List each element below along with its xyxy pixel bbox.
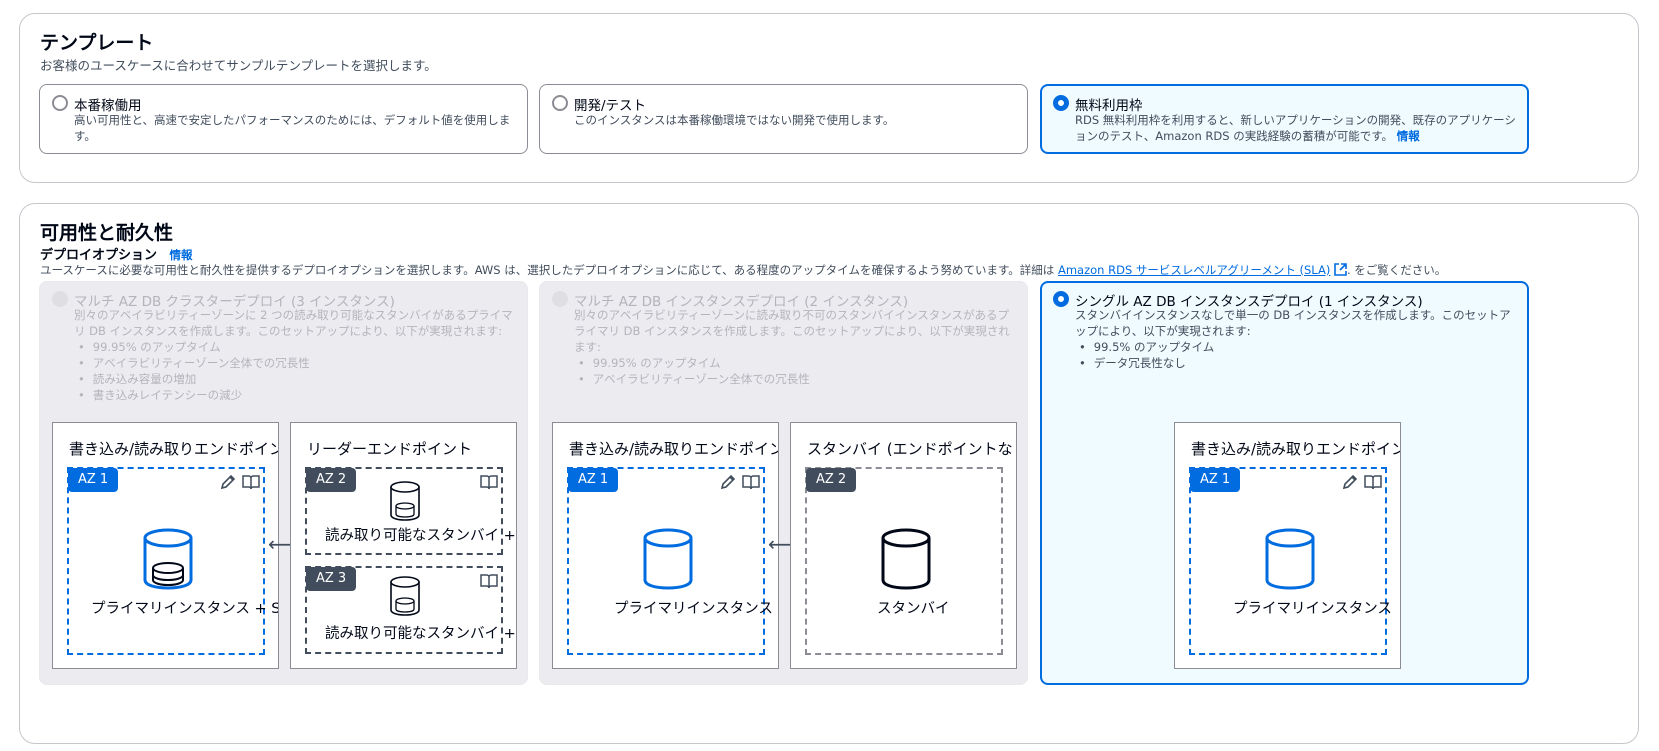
diagram-title: 書き込み/読み取りエンドポイント <box>569 440 779 458</box>
template-option-description: RDS 無料利用枠を利用すると、新しいアプリケーションの開発、既存のアプリケーシ… <box>1075 113 1516 143</box>
az-frame: AZ 3 読み取り可能なスタンバイ + <box>305 566 516 654</box>
diagram-reader-endpoint-box: リーダーエンドポイント AZ 2 読み取り可能なスタンバイ + AZ 3 読み取… <box>290 422 517 669</box>
deploy-option-single-az[interactable]: シングル AZ DB インスタンスデプロイ (1 インスタンス) スタンバイイン… <box>1040 281 1529 685</box>
diagram-writer-endpoint-box: 書き込み/読み取りエンドポイント AZ 1 プライマリインスタンス + SSD <box>52 422 279 669</box>
az-tag: AZ 2 <box>806 468 857 492</box>
list-item: データ冗長性なし <box>1075 355 1214 371</box>
template-option-devtest[interactable]: 開発/テスト このインスタンスは本番稼働環境ではない開発で使用します。 <box>539 84 1028 154</box>
template-option-production[interactable]: 本番稼働用 高い可用性と、高速で安定したパフォーマンスのためには、デフォルト値を… <box>39 84 528 154</box>
sla-link[interactable]: Amazon RDS サービスレベルアグリーメント (SLA) <box>1058 263 1330 277</box>
pencil-icon <box>220 474 236 490</box>
readable-standby-label: 読み取り可能なスタンバイ + <box>325 528 516 544</box>
radio-button <box>552 291 568 307</box>
deploy-option-description: 別々のアベイラビリティーゾーンに読み取り不可のスタンバイインスタンスがあるプライ… <box>574 308 1010 354</box>
database-icon <box>390 576 420 616</box>
diagram-standby-box: スタンバイ (エンドポイントなし AZ 2 スタンバイ <box>790 422 1017 669</box>
az-tag: AZ 2 <box>306 468 357 492</box>
primary-instance-label: プライマリインスタンス <box>614 601 773 617</box>
deploy-option-bullets: 99.5% のアップタイム データ冗長性なし <box>1075 339 1214 371</box>
deploy-option-bullets: 99.95% のアップタイム アベイラビリティーゾーン全体での冗長性 読み込み容… <box>74 339 310 403</box>
book-icon <box>480 475 498 490</box>
info-link[interactable]: 情報 <box>170 248 193 262</box>
az-frame: AZ 1 プライマリインスタンス <box>567 467 773 655</box>
template-panel: テンプレート お客様のユースケースに合わせてサンプルテンプレートを選択します。 … <box>19 13 1639 183</box>
list-item: 99.5% のアップタイム <box>1075 339 1214 355</box>
database-icon <box>881 528 931 590</box>
database-icon <box>643 528 693 590</box>
external-link-icon[interactable] <box>1334 263 1347 276</box>
az-tag: AZ 1 <box>1190 468 1241 492</box>
diagram-title: スタンバイ (エンドポイントなし <box>807 440 1017 458</box>
template-option-label: 開発/テスト <box>574 98 647 114</box>
pencil-icon <box>720 474 736 490</box>
az-tag: AZ 3 <box>306 567 357 591</box>
deploy-option-description: スタンバイインスタンスなしで単一の DB インスタンスを作成します。このセットア… <box>1075 308 1511 338</box>
template-description: お客様のユースケースに合わせてサンプルテンプレートを選択します。 <box>40 58 437 73</box>
radio-button[interactable] <box>1053 291 1069 307</box>
az-frame: AZ 2 スタンバイ <box>805 467 1003 655</box>
template-option-description: 高い可用性と、高速で安定したパフォーマンスのためには、デフォルト値を使用しま す… <box>74 113 511 143</box>
primary-instance-label: プライマリインスタンス + SSD <box>91 601 278 617</box>
deploy-option-bullets: 99.95% のアップタイム アベイラビリティーゾーン全体での冗長性 <box>574 355 810 387</box>
template-option-free-tier[interactable]: 無料利用枠 RDS 無料利用枠を利用すると、新しいアプリケーションの開発、既存の… <box>1040 84 1529 154</box>
primary-instance-label: プライマリインスタンス <box>1233 601 1392 617</box>
az-frame: AZ 2 読み取り可能なスタンバイ + <box>305 467 516 555</box>
book-icon <box>742 475 760 490</box>
az-frame: AZ 1 プライマリインスタンス + SSD <box>67 467 278 655</box>
radio-button[interactable] <box>1053 95 1069 111</box>
az-frame: AZ 1 プライマリインスタンス <box>1189 467 1392 655</box>
info-link[interactable]: 情報 <box>1397 129 1420 143</box>
diagram-title: 書き込み/読み取りエンドポイント <box>1191 440 1401 458</box>
list-item: アベイラビリティーゾーン全体での冗長性 <box>574 371 810 387</box>
template-option-label: 無料利用枠 <box>1075 98 1143 114</box>
deploy-option-description: 別々のアベイラビリティーゾーンに 2 つの読み取り可能なスタンバイがあるプライマ… <box>74 308 513 338</box>
list-item: 読み込み容量の増加 <box>74 371 310 387</box>
radio-button <box>52 291 68 307</box>
deploy-options-description: ユースケースに必要な可用性と耐久性を提供するデプロイオプションを選択します。AW… <box>40 263 1447 277</box>
diagram-writer-endpoint-box: 書き込み/読み取りエンドポイント AZ 1 プライマリインスタンス <box>552 422 779 669</box>
az-tag: AZ 1 <box>68 468 119 492</box>
database-icon <box>1265 528 1315 590</box>
database-icon <box>390 481 420 521</box>
availability-title: 可用性と耐久性 <box>40 222 174 244</box>
readable-standby-label: 読み取り可能なスタンバイ + <box>325 626 516 642</box>
radio-button[interactable] <box>552 95 568 111</box>
pencil-icon <box>1342 474 1358 490</box>
diagram-title: リーダーエンドポイント <box>307 440 473 458</box>
list-item: アベイラビリティーゾーン全体での冗長性 <box>74 355 310 371</box>
template-option-label: 本番稼働用 <box>74 98 142 114</box>
standby-label: スタンバイ <box>877 601 950 617</box>
book-icon <box>480 574 498 589</box>
diagram-writer-endpoint-box: 書き込み/読み取りエンドポイント AZ 1 プライマリインスタンス <box>1174 422 1401 669</box>
diagram-title: 書き込み/読み取りエンドポイント <box>69 440 279 458</box>
availability-panel: 可用性と耐久性 デプロイオプション 情報 ユースケースに必要な可用性と耐久性を提… <box>19 203 1639 744</box>
list-item: 書き込みレイテンシーの減少 <box>74 387 310 403</box>
book-icon <box>1364 475 1382 490</box>
database-icon <box>143 528 193 590</box>
deploy-options-label: デプロイオプション <box>40 248 158 263</box>
deploy-options-heading: デプロイオプション 情報 <box>40 244 193 263</box>
radio-button[interactable] <box>52 95 68 111</box>
az-tag: AZ 1 <box>568 468 619 492</box>
list-item: 99.95% のアップタイム <box>74 339 310 355</box>
deploy-option-multi-az-instance: マルチ AZ DB インスタンスデプロイ (2 インスタンス) 別々のアベイラビ… <box>539 281 1028 685</box>
template-title: テンプレート <box>40 32 154 54</box>
list-item: 99.95% のアップタイム <box>574 355 810 371</box>
template-option-description: このインスタンスは本番稼働環境ではない開発で使用します。 <box>574 113 895 127</box>
book-icon <box>242 475 260 490</box>
deploy-option-multi-az-cluster: マルチ AZ DB クラスターデプロイ (3 インスタンス) 別々のアベイラビリ… <box>39 281 528 685</box>
